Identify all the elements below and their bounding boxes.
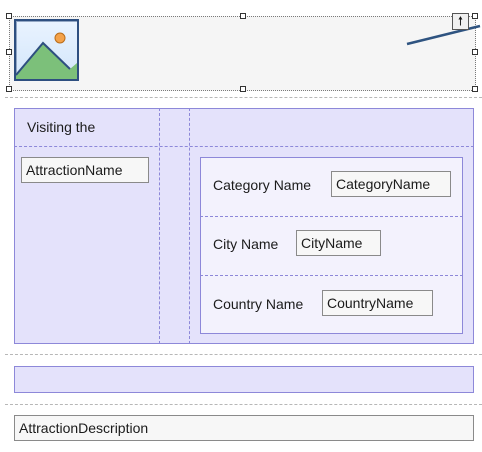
- attraction-description-field[interactable]: AttractionDescription: [14, 415, 474, 441]
- category-name-field[interactable]: CategoryName: [331, 171, 451, 197]
- category-name-label: Category Name: [213, 177, 312, 193]
- section-separator: [5, 97, 482, 98]
- country-name-label: Country Name: [213, 296, 304, 312]
- resize-handle-bottom-left[interactable]: [6, 86, 12, 92]
- country-name-field[interactable]: CountryName: [322, 290, 433, 316]
- empty-table-row[interactable]: [14, 366, 474, 393]
- row-divider: [200, 216, 463, 217]
- row-divider: [14, 146, 474, 147]
- image-placeholder-icon[interactable]: [14, 19, 79, 81]
- row-divider: [200, 275, 463, 276]
- column-divider: [159, 108, 160, 344]
- resize-handle-middle-left[interactable]: [6, 49, 12, 55]
- city-name-label: City Name: [213, 236, 279, 252]
- visiting-heading: Visiting the: [27, 119, 96, 135]
- resize-handle-top-center[interactable]: [240, 13, 246, 19]
- resize-handle-top-right[interactable]: [472, 13, 478, 19]
- resize-handle-bottom-center[interactable]: [240, 86, 246, 92]
- city-name-field[interactable]: CityName: [296, 230, 381, 256]
- resize-handle-bottom-right[interactable]: [472, 86, 478, 92]
- resize-handle-top-left[interactable]: [6, 13, 12, 19]
- section-separator: [5, 354, 482, 355]
- move-up-button[interactable]: 🠕: [452, 13, 469, 30]
- column-divider: [189, 108, 190, 344]
- section-separator: [5, 404, 482, 405]
- connector-line: [406, 24, 481, 46]
- resize-handle-middle-right[interactable]: [472, 49, 478, 55]
- attraction-name-field[interactable]: AttractionName: [21, 157, 149, 183]
- arrow-up-icon: 🠕: [457, 14, 464, 28]
